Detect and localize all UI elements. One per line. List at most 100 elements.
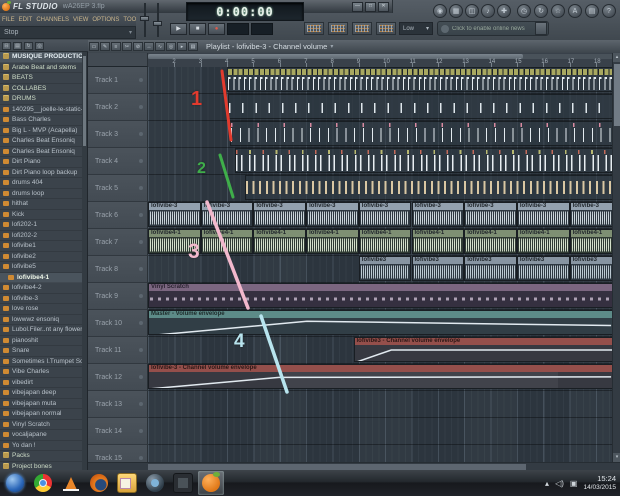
audio-clip[interactable]: lofivibe-3 [306,202,359,227]
track-mute-led[interactable] [139,348,143,352]
audio-clip[interactable]: lofivibe4-1 [148,229,201,254]
slip-tool-icon[interactable]: ↔ [144,42,154,51]
browser-item[interactable]: COLLABES [0,84,83,94]
track-label[interactable]: Track 1 [88,67,148,94]
menu-tools[interactable]: TOOLS [121,17,136,23]
browser-item[interactable]: vibedirt [0,378,83,388]
track-mute-led[interactable] [139,105,143,109]
track-label[interactable]: Track 6 [88,202,148,229]
playlist-lane[interactable] [148,418,612,445]
audio-clip[interactable]: lofivibe3 [516,256,570,281]
track-mute-led[interactable] [139,132,143,136]
news-close-button[interactable] [535,22,547,35]
collapse-all-icon[interactable]: ⊟ [2,41,11,50]
audio-clip[interactable]: lofivibe4-1 [358,229,412,254]
pattern-clip[interactable] [229,121,612,146]
browser-item[interactable]: vibejapan muta [0,399,83,409]
playlist-lane[interactable]: lofivibe4-1 lofivibe4-1 lofivibe4-1 lofivib… [148,229,612,256]
track-mute-led[interactable] [139,159,143,163]
taskbar-media-player-button[interactable] [142,471,168,495]
track-label[interactable]: Track 10 [88,310,148,337]
browser-item[interactable]: vibejapan normal [0,409,83,420]
browser-item[interactable]: lofi202-2 [0,231,83,241]
track-mute-led[interactable] [139,78,143,82]
audio-clip[interactable]: lofivibe3 [411,256,465,281]
time-panel-button[interactable]: ◷ [517,4,531,18]
playlist-lane[interactable] [148,94,612,121]
track-label[interactable]: Track 4 [88,148,148,175]
shortcut-icons-2[interactable] [328,22,348,35]
playlist-lane[interactable]: lofivibe3 lofivibe3 lofivibe3 lofivibe3 lofi… [148,256,612,283]
browser-item[interactable]: Arabe Beat and stems [0,63,83,73]
audio-clip[interactable]: lofivibe-3 [464,202,517,227]
snap-tool-icon[interactable]: ▤ [188,42,198,51]
audio-clip[interactable]: lofivibe-3 [569,202,612,227]
playlist-lane[interactable]: Master - Volume envelope [148,310,612,337]
browser-item[interactable]: Charles Beat Ensoniq [0,147,83,157]
browser-item[interactable]: 140295__joelle-le-static-01 [0,105,83,115]
network-icon[interactable]: ▣ [570,479,578,488]
playlist-menu-caret-icon[interactable]: ▾ [330,43,333,50]
step-sequencer-button[interactable]: ♪ [481,4,495,18]
audio-clip[interactable]: lofivibe4-1 [306,229,359,254]
pattern-clip[interactable] [234,148,612,173]
sync-button[interactable]: ↻ [534,4,548,18]
playlist-lane[interactable]: lofivibe-3 lofivibe-3 lofivibe-3 lofivibe-3… [148,202,612,229]
playlist-lane[interactable] [148,148,612,175]
playlist-v-scrollbar[interactable]: ▴ ▾ [612,53,620,462]
browser-item[interactable]: lowwwz ensoniq [0,315,83,325]
browser-item[interactable]: Bass Charles [0,115,83,126]
browser-item[interactable]: Charles Beat Ensoniq [0,136,83,147]
playlist-bottom-scrollbar[interactable] [88,462,620,470]
playback-tool-icon[interactable]: ▸ [177,42,187,51]
track-mute-led[interactable] [139,294,143,298]
browser-item[interactable]: hithat [0,199,83,210]
audio-clip[interactable]: lofivibe4-1 [253,229,307,254]
typing-keyboard-button[interactable]: A [568,4,582,18]
slice-tool-icon[interactable]: ∿ [155,42,165,51]
browser-item[interactable]: lofivibe-3 [0,294,83,304]
audio-clip[interactable]: lofivibe-3 [516,202,570,227]
track-mute-led[interactable] [139,321,143,325]
audio-clip[interactable]: lofivibe3 [569,256,612,281]
track-mute-led[interactable] [139,456,143,460]
taskbar-vlc-button[interactable] [58,471,84,495]
online-news-bar[interactable]: Click to enable online news [437,21,549,36]
track-label[interactable]: Track 11 [88,337,148,364]
audio-clip[interactable]: lofivibe3 [358,256,412,281]
browser-item[interactable]: Kick [0,210,83,220]
taskbar-chrome-button[interactable] [30,471,56,495]
browser-item[interactable]: pianoshit [0,336,83,346]
track-mute-led[interactable] [139,429,143,433]
track-mute-led[interactable] [139,402,143,406]
play-button[interactable]: ▶ [170,23,187,35]
audio-clip[interactable]: lofivibe4-1 [464,229,517,254]
playlist-lane[interactable]: lofivibe-3 - Channel volume envelope [148,364,612,391]
browser-item[interactable]: Project bones [0,462,83,471]
track-label[interactable]: Track 13 [88,391,148,418]
track-mute-led[interactable] [139,240,143,244]
browser-item[interactable]: DRUMS [0,94,83,105]
shortcut-icons-1[interactable] [304,22,324,35]
browser-item[interactable]: Vibe Charles [0,367,83,378]
taskbar-fl-studio-button[interactable] [198,471,224,495]
taskbar-generic-app-button[interactable] [170,471,196,495]
browser-item[interactable]: drums loop [0,189,83,199]
speaker-icon[interactable]: ◁) [555,479,564,488]
project-info-button[interactable]: ▤ [585,4,599,18]
track-label[interactable]: Track 15 [88,445,148,462]
playlist-lane[interactable] [148,175,612,202]
browser-item[interactable]: lofi202-1 [0,220,83,231]
browser-item[interactable]: Snare [0,346,83,357]
browser-item[interactable]: BEATS [0,73,83,84]
browser-item[interactable]: Lubol.Filer..nt any flowers [0,325,83,336]
browser-item[interactable]: lofivibe2 [0,252,83,262]
menu-view[interactable]: VIEW [71,17,90,23]
envelope-clip[interactable]: lofivibe-3 - Channel volume envelope [148,364,612,389]
browser-toggle-button[interactable]: ✚ [497,4,511,18]
stop-button[interactable]: ■ [189,23,206,35]
audio-clip[interactable]: lofivibe-3 [148,202,201,227]
audio-clip[interactable]: lofivibe-3 [358,202,412,227]
browser-item[interactable]: Sometimes I.Trumpet Solo [0,357,83,367]
browser-item[interactable]: love rose [0,304,83,315]
